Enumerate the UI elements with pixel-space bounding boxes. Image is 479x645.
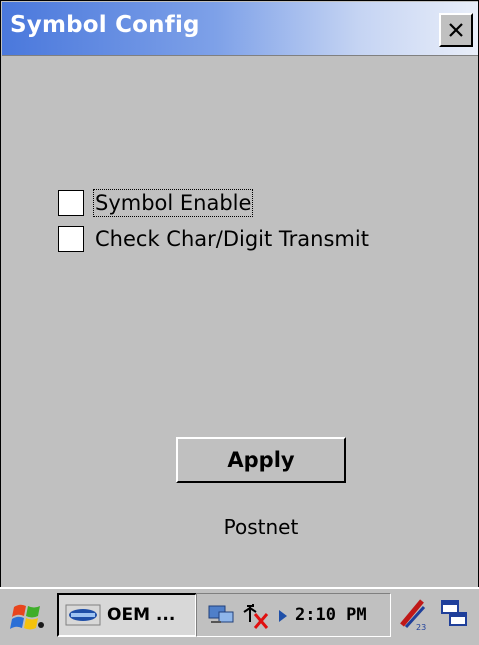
- close-icon: [449, 23, 463, 37]
- apply-button[interactable]: Apply: [176, 437, 346, 483]
- volume-button[interactable]: [241, 602, 271, 634]
- window-title: Symbol Config: [10, 12, 200, 38]
- oem-app-icon: [65, 604, 101, 626]
- clock[interactable]: 2:10 PM: [295, 605, 367, 625]
- system-tray: 2:10 PM: [196, 593, 391, 637]
- network-connection-icon: [208, 605, 234, 623]
- show-desktop-icon: [441, 600, 467, 626]
- taskbar-task-label: OEM ...: [107, 605, 176, 625]
- speaker-muted-icon: [243, 604, 269, 629]
- tray-arrow-icon: [279, 610, 287, 622]
- close-button[interactable]: [439, 13, 473, 47]
- check-char-transmit-label[interactable]: Check Char/Digit Transmit: [94, 226, 370, 252]
- start-button[interactable]: [8, 599, 48, 635]
- symbology-name: Postnet: [223, 515, 299, 539]
- symbol-enable-checkbox[interactable]: [58, 190, 84, 216]
- title-bar: Symbol Config: [2, 2, 478, 56]
- svg-text:23: 23: [416, 623, 426, 631]
- check-char-transmit-row[interactable]: Check Char/Digit Transmit: [58, 224, 370, 254]
- show-desktop-button[interactable]: [440, 599, 470, 633]
- client-area: Symbol Enable Check Char/Digit Transmit …: [2, 56, 478, 586]
- taskbar-task-oem[interactable]: OEM ...: [57, 593, 197, 637]
- symbol-enable-row[interactable]: Symbol Enable: [58, 188, 254, 218]
- network-connection-button[interactable]: [207, 602, 237, 632]
- check-char-transmit-checkbox[interactable]: [58, 226, 84, 252]
- tray-arrow-button[interactable]: [277, 608, 289, 627]
- symbol-enable-label[interactable]: Symbol Enable: [92, 189, 254, 217]
- input-panel-button[interactable]: 23: [398, 597, 428, 635]
- app-window: Symbol Config Symbol Enable Check Char/D…: [0, 0, 479, 643]
- input-panel-icon: 23: [400, 599, 426, 632]
- taskbar: OEM ... 2:10 PM 23: [0, 587, 479, 645]
- windows-flag-icon: [10, 604, 44, 630]
